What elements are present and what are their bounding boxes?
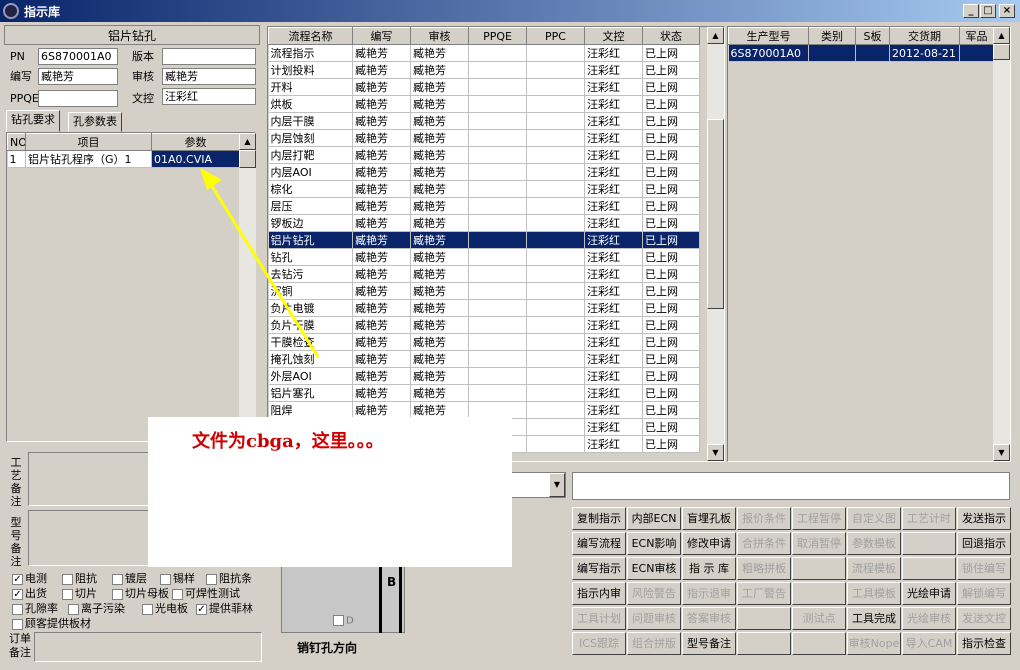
arrow-head-icon (200, 168, 222, 190)
annotation-arrow (200, 168, 320, 358)
